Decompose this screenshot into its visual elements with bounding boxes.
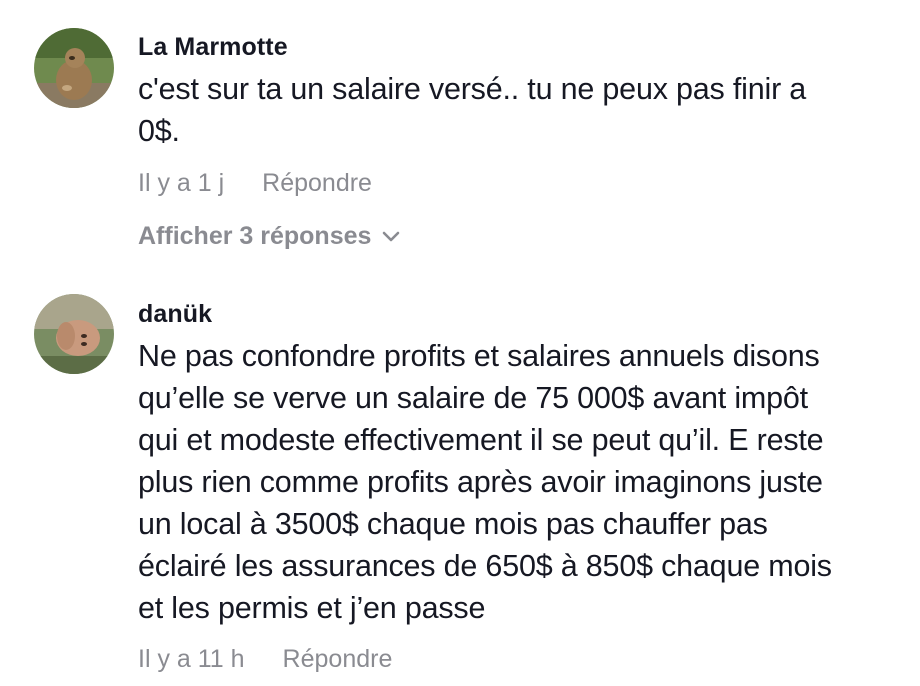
comment-username[interactable]: danük: [138, 298, 908, 330]
comment-timestamp: Il y a 1 j: [138, 169, 225, 197]
comment-text: c'est sur ta un salaire versé.. tu ne pe…: [138, 68, 908, 152]
comment-text-line: qui et modeste effectivement il se peut …: [138, 423, 824, 457]
comment-meta: Il y a 11 h Répondre: [138, 643, 908, 675]
comment-meta: Il y a 1 j Répondre: [138, 167, 908, 199]
comment-text-line: et les permis et j’en passe: [138, 591, 486, 625]
comment-text-line: éclairé les assurances de 650$ à 850$ ch…: [138, 549, 832, 583]
comment-text-line: c'est sur ta un salaire versé.. tu ne pe…: [138, 72, 807, 106]
view-replies-label: Afficher 3 réponses: [138, 222, 372, 250]
avatar-marmot-image: [34, 28, 114, 108]
comment-text: Ne pas confondre profits et salaires ann…: [138, 335, 908, 629]
reply-button[interactable]: Répondre: [283, 643, 393, 675]
avatar[interactable]: [34, 28, 114, 108]
comment-text-line: 0$.: [138, 114, 180, 148]
view-replies-button[interactable]: Afficher 3 réponses: [138, 220, 908, 252]
comment-text-line: Ne pas confondre profits et salaires ann…: [138, 339, 820, 373]
comment-text-line: plus rien comme profits après avoir imag…: [138, 465, 823, 499]
comment-username[interactable]: La Marmotte: [138, 31, 908, 63]
reply-button[interactable]: Répondre: [262, 167, 372, 199]
comment-timestamp: Il y a 11 h: [138, 645, 245, 673]
chevron-down-icon: [383, 231, 400, 242]
comment-text-line: qu’elle se verve un salaire de 75 000$ a…: [138, 381, 808, 415]
avatar[interactable]: [34, 294, 114, 374]
avatar-person-image: [34, 294, 114, 374]
comment-text-line: un local à 3500$ chaque mois pas chauffe…: [138, 507, 768, 541]
